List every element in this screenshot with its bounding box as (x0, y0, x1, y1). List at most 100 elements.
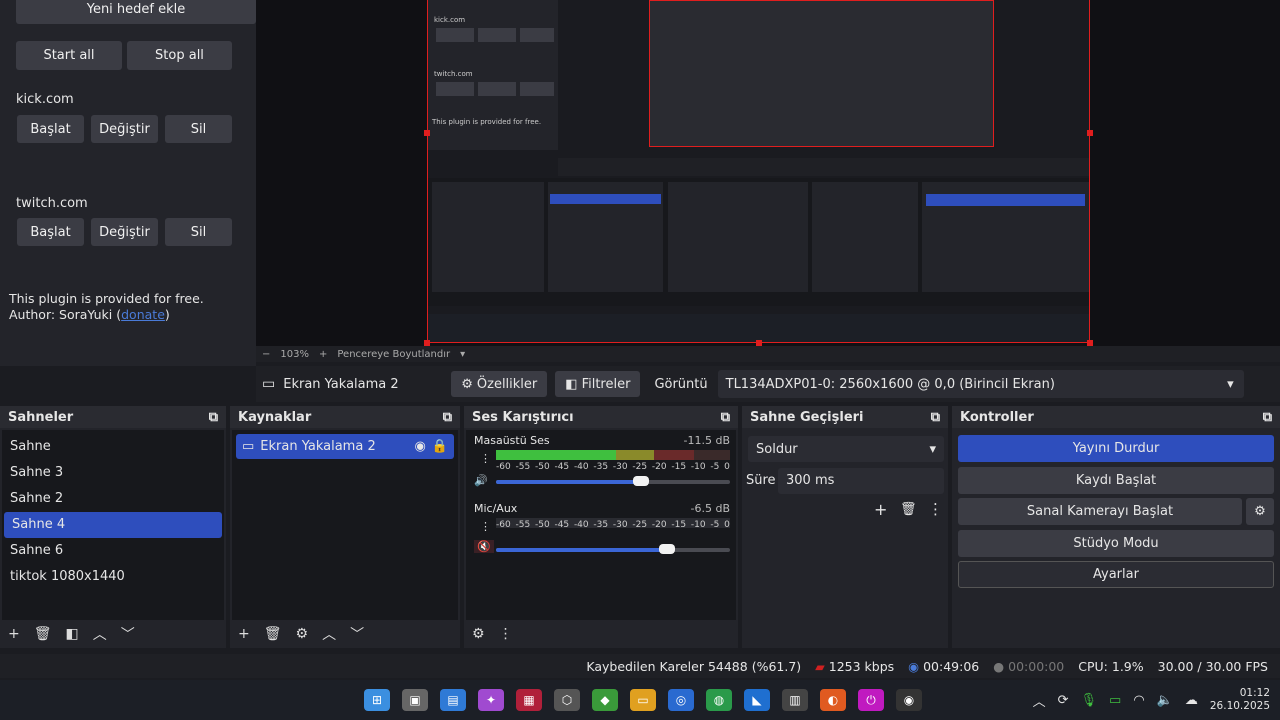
scene-item[interactable]: Sahne 6 (2, 538, 224, 564)
chevron-down-icon[interactable]: ﹀ (121, 624, 135, 644)
store-icon[interactable]: ▤ (440, 689, 466, 711)
lock-icon[interactable]: 🔒 (432, 439, 448, 454)
battery-icon[interactable]: ▭ (1109, 693, 1121, 708)
chevron-down-icon[interactable]: ﹀ (350, 624, 364, 644)
source-item[interactable]: ▭ Ekran Yakalama 2 ◉ 🔒 (236, 434, 454, 459)
chrome-icon[interactable]: ◍ (706, 689, 732, 711)
app-icon[interactable]: ▥ (782, 689, 808, 711)
app-icon[interactable]: ◆ (592, 689, 618, 711)
twitch-start-button[interactable]: Başlat (17, 218, 84, 246)
properties-button[interactable]: ⚙ Özellikler (451, 371, 548, 397)
add-icon[interactable]: + (238, 626, 250, 642)
undock-icon[interactable]: ⧉ (1263, 410, 1272, 425)
kick-edit-button[interactable]: Değiştir (91, 115, 158, 143)
undock-icon[interactable]: ⧉ (209, 410, 218, 425)
scene-item[interactable]: tiktok 1080x1440 (2, 564, 224, 590)
trash-icon[interactable]: 🗑 (264, 626, 282, 642)
twitch-edit-button[interactable]: Değiştir (91, 218, 158, 246)
zoom-in-icon[interactable]: + (319, 349, 327, 360)
start-virtual-camera-button[interactable]: Sanal Kamerayı Başlat (958, 498, 1242, 525)
twitch-delete-button[interactable]: Sil (165, 218, 232, 246)
chevron-down-icon[interactable]: ▾ (460, 349, 465, 360)
scene-item[interactable]: Sahne 2 (2, 486, 224, 512)
undock-icon[interactable]: ⧉ (443, 410, 452, 425)
filters-button[interactable]: ◧ Filtreler (555, 371, 641, 397)
source-item-label: Ekran Yakalama 2 (260, 439, 376, 454)
kebab-menu-icon[interactable]: ⋮ (928, 500, 943, 518)
folder-icon[interactable]: ▭ (630, 689, 656, 711)
volume-slider[interactable] (496, 544, 730, 554)
stop-stream-button[interactable]: Yayını Durdur (958, 435, 1274, 462)
volume-icon[interactable]: 🔈 (1157, 693, 1173, 708)
vscode-icon[interactable]: ◣ (744, 689, 770, 711)
start-all-button[interactable]: Start all (16, 41, 122, 70)
scene-item[interactable]: Sahne 3 (2, 460, 224, 486)
channel-name: Masaüstü Ses (474, 434, 550, 447)
eye-icon[interactable]: ◉ (414, 439, 425, 454)
virtual-camera-settings-button[interactable]: ⚙ (1246, 498, 1274, 525)
chevron-up-icon[interactable]: ︿ (322, 624, 336, 644)
chevron-up-icon[interactable]: ︿ (93, 624, 107, 644)
display-select[interactable]: TL134ADXP01-0: 2560x1600 @ 0,0 (Birincil… (717, 370, 1244, 398)
start-recording-button[interactable]: Kaydı Başlat (958, 467, 1274, 494)
volume-slider-knob[interactable] (658, 544, 675, 554)
duration-value: 300 ms (786, 473, 835, 488)
preview-canvas[interactable]: kick.com twitch.com This plugin is provi… (256, 0, 1280, 346)
studio-mode-button[interactable]: Stüdyo Modu (958, 530, 1274, 557)
kebab-menu-icon[interactable]: ⋮ (480, 520, 491, 533)
mixer-settings-icon[interactable]: ⚙ (472, 626, 485, 642)
add-icon[interactable]: + (874, 500, 887, 519)
app-icon[interactable]: ◎ (668, 689, 694, 711)
scene-item[interactable]: Sahne (2, 434, 224, 460)
undock-icon[interactable]: ⧉ (721, 410, 730, 425)
kick-delete-button[interactable]: Sil (165, 115, 232, 143)
microphone-icon[interactable]: 🎙 (1081, 693, 1098, 708)
app-icon[interactable]: ⏻ (858, 689, 884, 711)
meter-tick-label: 0 (724, 462, 730, 472)
gear-icon[interactable]: ⚙ (296, 626, 309, 642)
settings-button[interactable]: Ayarlar (958, 561, 1274, 588)
volume-slider[interactable] (496, 476, 730, 486)
weather-icon[interactable]: ☁ (1185, 693, 1198, 708)
volume-slider-knob[interactable] (633, 476, 650, 486)
filter-icon[interactable]: ◧ (66, 626, 79, 642)
duration-input[interactable]: 300 ms (778, 468, 944, 494)
trash-icon[interactable]: 🗑 (34, 626, 52, 642)
kebab-menu-icon[interactable]: ⋮ (499, 626, 513, 642)
copilot-icon[interactable]: ✦ (478, 689, 504, 711)
undock-icon[interactable]: ⧉ (931, 410, 940, 425)
app-icon[interactable]: ▦ (516, 689, 542, 711)
meter-tick-label: -40 (573, 462, 589, 472)
chevron-up-icon[interactable]: ︿ (1033, 691, 1046, 710)
donate-link[interactable]: donate (121, 307, 165, 322)
sync-icon[interactable]: ⟳ (1058, 693, 1069, 708)
speaker-icon[interactable]: 🔊 (474, 474, 488, 487)
add-icon[interactable]: + (8, 626, 20, 642)
zoom-level: 103% (280, 348, 309, 360)
transition-select[interactable]: Soldur ▾ (748, 436, 944, 462)
windows-start-icon[interactable]: ⊞ (364, 689, 390, 711)
clock[interactable]: 01:12 26.10.2025 (1210, 687, 1270, 713)
trash-icon[interactable]: 🗑 (900, 502, 917, 517)
fit-to-window-label[interactable]: Pencereye Boyutlandır (337, 349, 450, 360)
app-icon[interactable]: ⬡ (554, 689, 580, 711)
obs-icon[interactable]: ◉ (896, 689, 922, 711)
scene-item-selected[interactable]: Sahne 4 (4, 512, 222, 538)
add-target-button[interactable]: Yeni hedef ekle (16, 0, 256, 24)
stop-all-button[interactable]: Stop all (127, 41, 232, 70)
transform-handle[interactable] (1087, 130, 1093, 136)
captured-screen-source[interactable]: kick.com twitch.com This plugin is provi… (427, 0, 1090, 343)
meter-tick-label: -15 (671, 462, 687, 472)
mixer-channel: Masaüstü Ses -11.5 dB ⋮ -60 -55 -50 -45 -40-… (466, 430, 736, 498)
filter-icon: ◧ (565, 376, 578, 392)
transform-handle[interactable] (424, 130, 430, 136)
wifi-icon[interactable]: ◠ (1133, 693, 1144, 708)
kick-start-button[interactable]: Başlat (17, 115, 84, 143)
speaker-muted-icon[interactable]: 🔇 (474, 540, 494, 553)
kebab-menu-icon[interactable]: ⋮ (480, 452, 491, 465)
task-view-icon[interactable]: ▣ (402, 689, 428, 711)
firefox-icon[interactable]: ◐ (820, 689, 846, 711)
status-bar: Kaybedilen Kareler 54488 (%61.7) ▰ 1253 … (0, 654, 1280, 678)
author-text: Author: SoraYuki ( (9, 307, 122, 322)
zoom-out-icon[interactable]: − (262, 349, 270, 360)
